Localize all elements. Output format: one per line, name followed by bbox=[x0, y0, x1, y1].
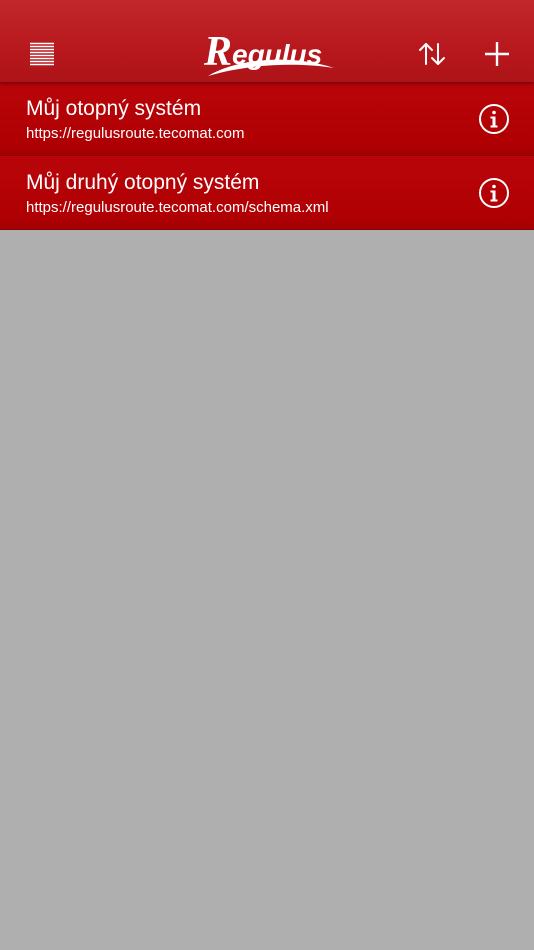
system-url: https://regulusroute.tecomat.com bbox=[26, 125, 245, 142]
system-url: https://regulusroute.tecomat.com/schema.… bbox=[26, 199, 329, 216]
app-header: R egulus bbox=[0, 0, 534, 82]
info-button[interactable] bbox=[478, 177, 510, 209]
system-title: Můj otopný systém bbox=[26, 97, 202, 120]
info-button[interactable] bbox=[478, 103, 510, 135]
menu-button[interactable] bbox=[20, 32, 64, 76]
system-list-item[interactable]: Můj druhý otopný systém https://regulusr… bbox=[0, 156, 534, 230]
sort-button[interactable] bbox=[410, 32, 454, 76]
list-menu-icon bbox=[30, 42, 54, 66]
info-icon bbox=[479, 104, 509, 134]
plus-icon bbox=[485, 42, 509, 66]
info-icon bbox=[479, 178, 509, 208]
regulus-logo: R egulus bbox=[198, 28, 338, 80]
system-list: Můj otopný systém https://regulusroute.t… bbox=[0, 82, 534, 230]
svg-text:R: R bbox=[203, 29, 232, 75]
sort-arrows-icon bbox=[419, 43, 445, 65]
add-system-button[interactable] bbox=[474, 31, 520, 77]
system-list-item[interactable]: Můj otopný systém https://regulusroute.t… bbox=[0, 82, 534, 156]
svg-text:egulus: egulus bbox=[232, 39, 322, 70]
system-title: Můj druhý otopný systém bbox=[26, 171, 260, 194]
